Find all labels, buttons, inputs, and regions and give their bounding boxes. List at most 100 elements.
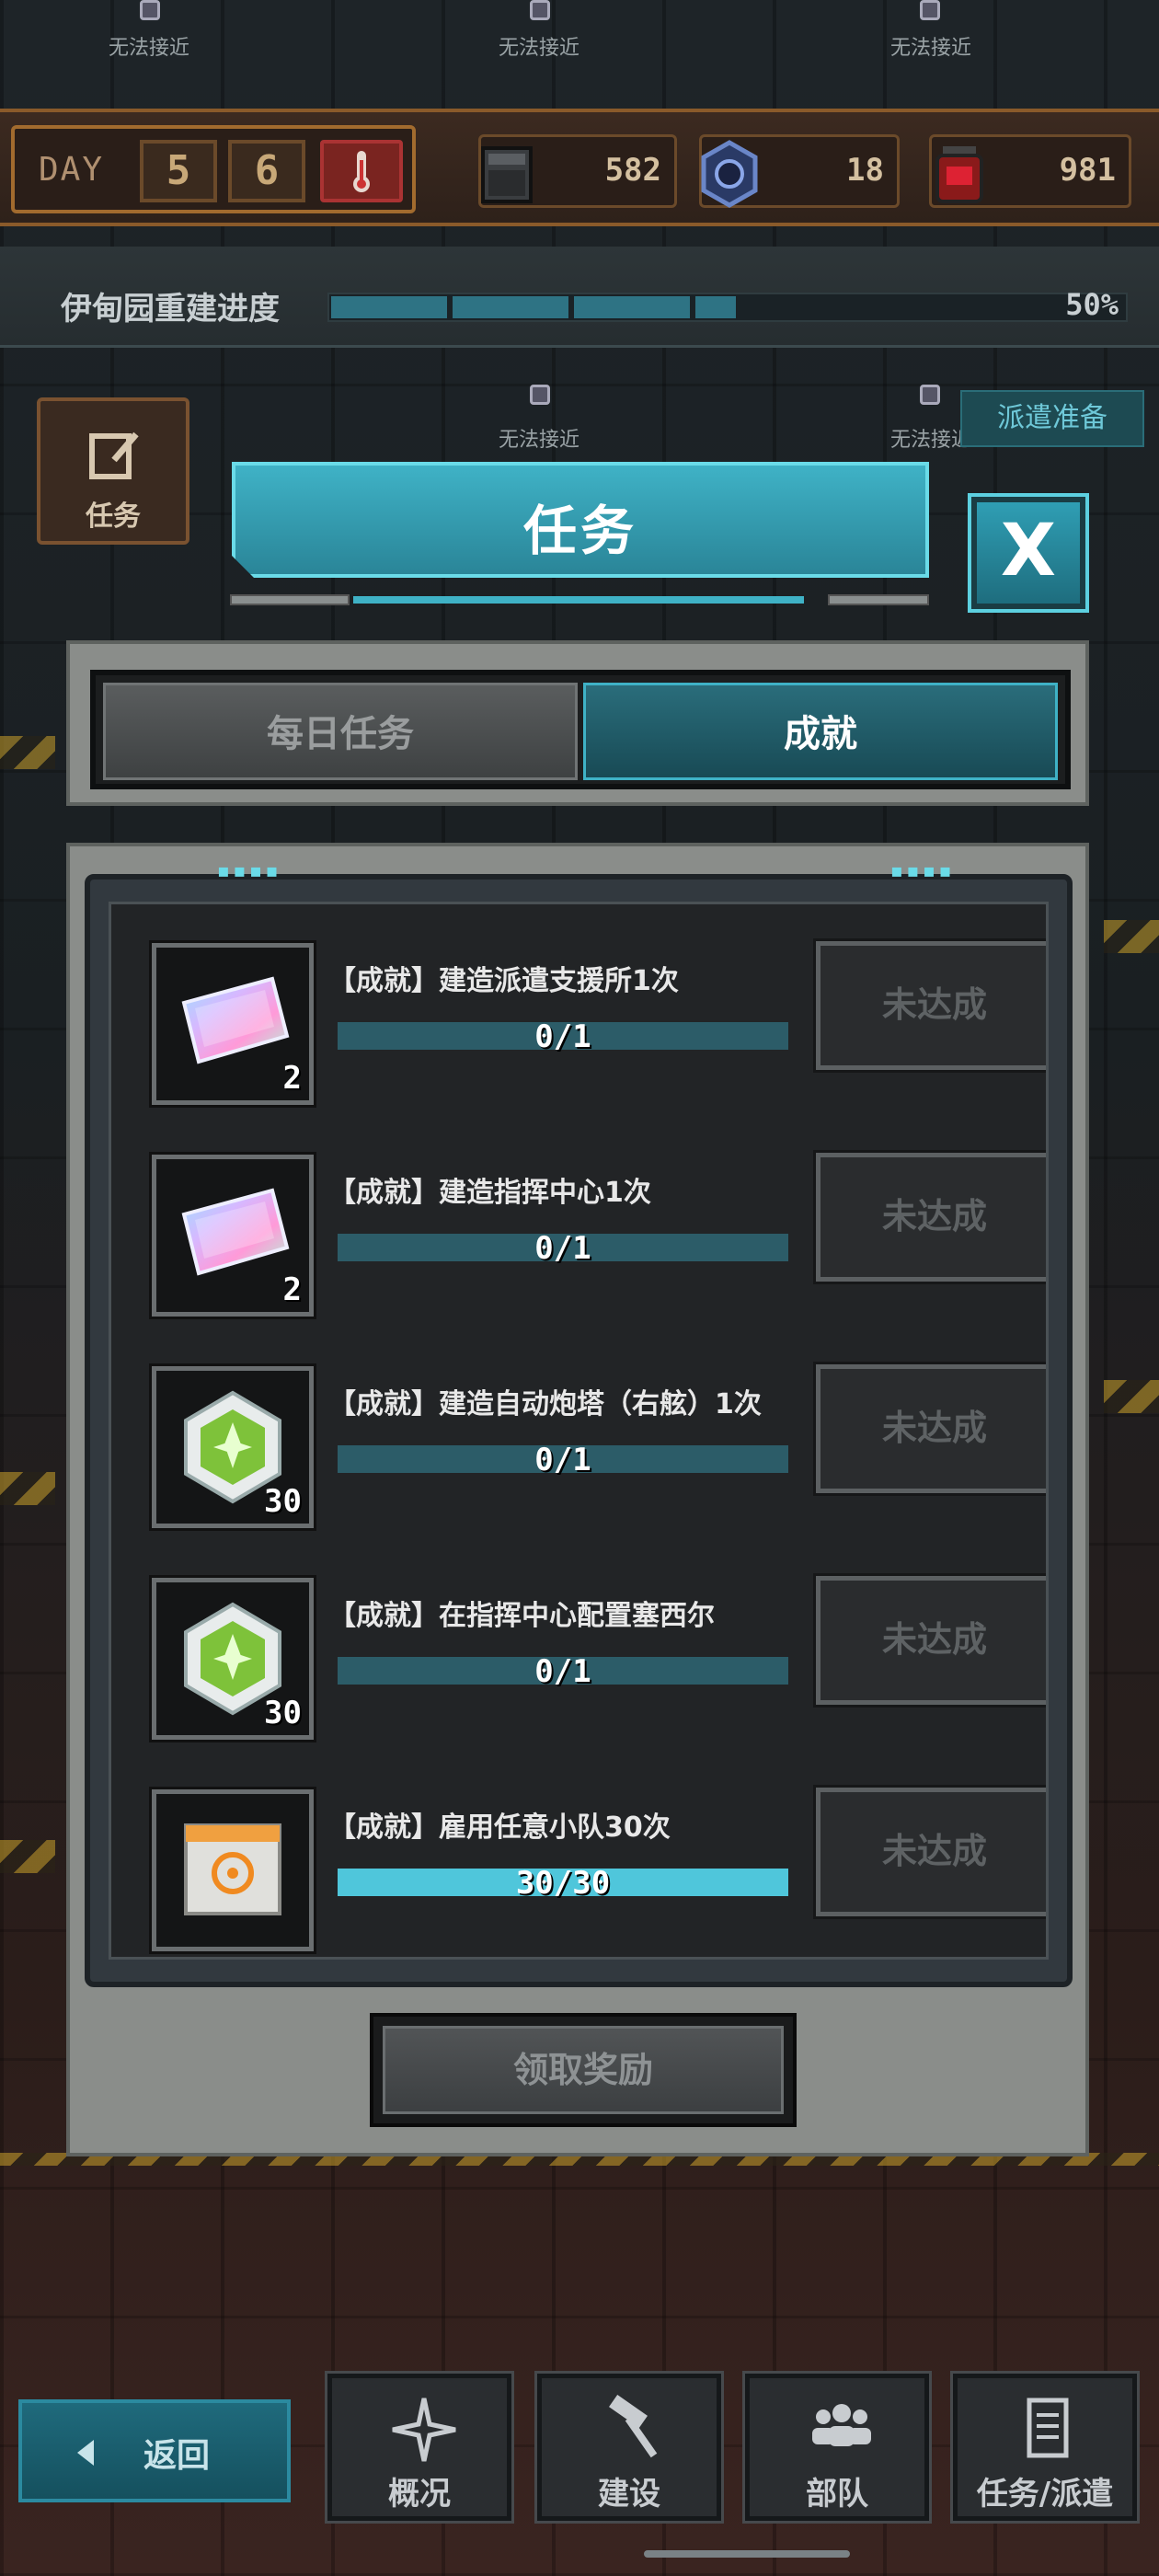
progress-segment	[574, 296, 690, 318]
progress-text: 0/1	[534, 1230, 591, 1267]
frame-dots: ▪▪▪▪	[217, 859, 282, 881]
day-counter: DAY 5 6	[11, 125, 416, 213]
list-item: 2 【成就】建造指挥中心1次 0/1 未达成	[111, 1116, 1046, 1319]
progress-text: 30/30	[515, 1865, 611, 1902]
progress-text: 0/1	[534, 1653, 591, 1690]
list-item: 30 【成就】建造自动炮塔（右舷）1次 0/1 未达成	[111, 1328, 1046, 1531]
progress-segment	[331, 296, 447, 318]
reward-slot[interactable]: 30	[149, 1575, 316, 1742]
hazard-stripe	[1104, 1380, 1159, 1413]
locked-room-label: 无法接近	[498, 429, 580, 452]
resource-value: 981	[1059, 152, 1116, 189]
ore-block-icon	[481, 146, 533, 203]
title-underline	[353, 596, 804, 604]
red-canister-icon	[935, 146, 983, 203]
home-indicator[interactable]	[644, 2550, 850, 2558]
tab-panel: 每日任务 成就	[66, 640, 1089, 806]
back-button[interactable]: 返回	[18, 2399, 291, 2502]
achievement-title: 【成就】建造自动炮塔（右舷）1次	[328, 1388, 762, 1420]
decor-pipe	[230, 594, 350, 605]
reward-quantity: 30	[264, 1483, 302, 1520]
resource-canister: 981	[929, 134, 1131, 208]
not-achieved-button[interactable]: 未达成	[813, 1362, 1046, 1496]
thermometer-button[interactable]	[320, 140, 403, 202]
dispatch-ready-tag[interactable]: 派遣准备	[960, 390, 1144, 447]
decor-pipe	[828, 594, 929, 605]
day-digit: 5	[140, 140, 217, 202]
resource-value: 582	[604, 152, 661, 189]
nav-label: 概况	[388, 2476, 451, 2513]
hazard-stripe	[0, 736, 55, 769]
nav-build[interactable]: 建设	[534, 2371, 724, 2524]
lock-icon	[530, 0, 550, 20]
locked-room-label: 无法接近	[498, 37, 580, 60]
not-achieved-button[interactable]: 未达成	[813, 1573, 1046, 1708]
rebuild-progress-strip: 伊甸园重建进度 50%	[0, 247, 1159, 348]
tab-bar: 每日任务 成就	[90, 670, 1071, 789]
day-digit: 6	[228, 140, 305, 202]
reward-slot[interactable]: 2	[149, 940, 316, 1108]
achievement-title: 【成就】在指挥中心配置塞西尔	[328, 1600, 715, 1632]
top-status-bar: DAY 5 6 582 18 981	[0, 109, 1159, 226]
rebuild-progress-bar	[327, 293, 1128, 322]
rebuild-percent: 50%	[1065, 287, 1119, 322]
progress-text: 0/1	[534, 1442, 591, 1478]
achievement-title: 【成就】建造派遣支援所1次	[328, 965, 679, 997]
claim-rewards-button[interactable]: 领取奖励	[370, 2013, 797, 2127]
nav-label: 建设	[598, 2476, 660, 2513]
locked-room-label: 无法接近	[889, 37, 971, 60]
resource-parts: 18	[699, 134, 900, 208]
task-edit-icon	[89, 431, 139, 479]
achievement-list-frame: ▪▪▪▪ ▪▪▪▪ 2 【成就】建造派遣支援所1次 0/1 未达成 2 【成就】…	[85, 859, 1073, 1987]
supply-crate-icon	[184, 1823, 281, 1915]
reward-quantity: 2	[282, 1271, 302, 1308]
reward-slot[interactable]: 2	[149, 1152, 316, 1319]
not-achieved-button[interactable]: 未达成	[813, 1785, 1046, 1919]
achievement-progress-bar: 0/1	[338, 1018, 788, 1055]
hazard-stripe	[0, 1840, 55, 1873]
lock-icon	[920, 385, 940, 405]
nav-troops[interactable]: 部队	[742, 2371, 932, 2524]
day-label: DAY	[39, 151, 105, 189]
close-button[interactable]: X	[968, 493, 1089, 613]
not-achieved-button[interactable]: 未达成	[813, 1150, 1046, 1284]
achievement-list[interactable]: 2 【成就】建造派遣支援所1次 0/1 未达成 2 【成就】建造指挥中心1次 0…	[109, 902, 1049, 1960]
claim-rewards-label: 领取奖励	[383, 2026, 784, 2114]
sidebar-task-button[interactable]: 任务	[37, 397, 189, 545]
frame-dots: ▪▪▪▪	[890, 859, 956, 881]
not-achieved-button[interactable]: 未达成	[813, 938, 1046, 1073]
achievement-title: 【成就】雇用任意小队30次	[328, 1811, 671, 1844]
people-icon	[812, 2404, 871, 2446]
achievement-progress-bar: 30/30	[338, 1865, 788, 1902]
tab-daily-tasks[interactable]: 每日任务	[103, 683, 578, 780]
modal-title: 任务	[522, 500, 637, 562]
resource-value: 18	[846, 152, 884, 189]
tab-achievements[interactable]: 成就	[583, 683, 1058, 780]
achievement-progress-bar: 0/1	[338, 1653, 788, 1690]
achievement-panel: ▪▪▪▪ ▪▪▪▪ 2 【成就】建造派遣支援所1次 0/1 未达成 2 【成就】…	[66, 843, 1089, 2156]
gear-part-icon	[701, 140, 758, 208]
nav-label: 任务/派遣	[976, 2476, 1114, 2513]
hazard-stripe	[0, 1472, 55, 1505]
nav-label: 部队	[806, 2476, 868, 2513]
reward-quantity: 30	[264, 1695, 302, 1731]
lock-icon	[530, 385, 550, 405]
list-item: 2 【成就】建造派遣支援所1次 0/1 未达成	[111, 904, 1046, 1108]
lock-icon	[140, 0, 160, 20]
nav-overview[interactable]: 概况	[325, 2371, 514, 2524]
progress-segment	[453, 296, 568, 318]
progress-segment	[695, 296, 736, 318]
reward-slot[interactable]: 30	[149, 1363, 316, 1531]
achievement-title: 【成就】建造指挥中心1次	[328, 1177, 651, 1209]
nav-tasks-dispatch[interactable]: 任务/派遣	[950, 2371, 1140, 2524]
hazard-stripe	[1104, 920, 1159, 953]
compass-star-icon	[392, 2398, 456, 2462]
back-arrow-icon	[77, 2440, 94, 2466]
achievement-progress-bar: 0/1	[338, 1442, 788, 1478]
hammer-icon	[609, 2395, 658, 2458]
thermometer-icon	[353, 151, 370, 192]
reward-slot[interactable]	[149, 1787, 316, 1954]
list-item: 【成就】雇用任意小队30次 30/30 未达成	[111, 1751, 1046, 1954]
locked-room-label: 无法接近	[108, 37, 189, 60]
progress-text: 0/1	[534, 1018, 591, 1055]
